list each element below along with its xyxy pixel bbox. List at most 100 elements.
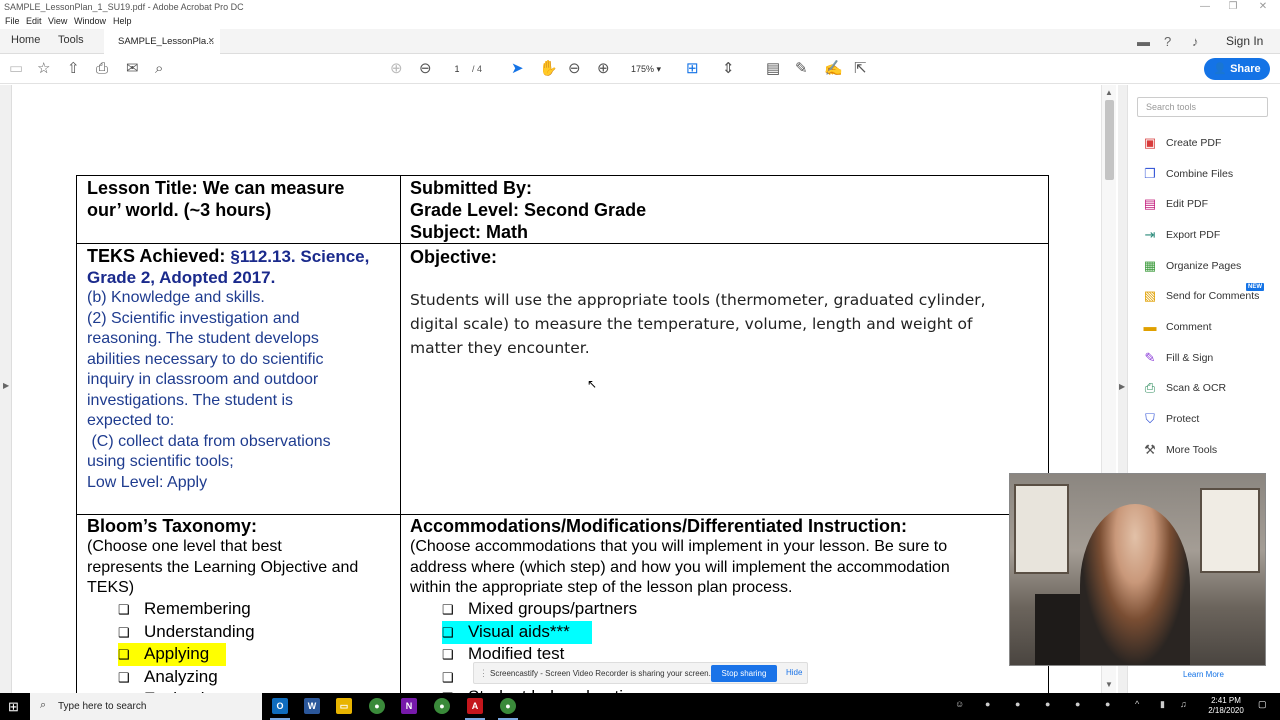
- search-icon[interactable]: ⌕: [155, 61, 163, 77]
- accommodations-desc-line: address where (which step) and how you w…: [410, 558, 950, 576]
- next-page-icon[interactable]: ⊖: [419, 61, 432, 77]
- tool-create-pdf[interactable]: ▣ Create PDF: [1142, 135, 1272, 155]
- tool-combine-files[interactable]: ❐ Combine Files: [1142, 166, 1272, 186]
- zoom-level-select[interactable]: 175% ▾: [631, 61, 661, 77]
- save-icon[interactable]: ▭: [9, 61, 23, 77]
- chat-icon[interactable]: ▬: [1137, 34, 1150, 49]
- teks-line: inquiry in classroom and outdoor: [87, 371, 319, 388]
- accommodation-option-selected: ❑ Visual aids***: [442, 621, 592, 644]
- windows-start-icon[interactable]: ⊞: [8, 699, 19, 715]
- show-hidden-icon[interactable]: ^: [1135, 699, 1139, 709]
- tool-label: Organize Pages: [1166, 260, 1242, 272]
- tool-export-pdf[interactable]: ⇥ Export PDF: [1142, 227, 1272, 247]
- search-tools-input[interactable]: Search tools: [1137, 97, 1268, 117]
- tool-scan-ocr[interactable]: ⎙ Scan & OCR: [1142, 380, 1272, 400]
- comment-icon[interactable]: ▤: [766, 61, 780, 77]
- menu-file[interactable]: File: [5, 16, 20, 26]
- create-pdf-icon: ▣: [1143, 135, 1157, 150]
- edit-pdf-icon: ▤: [1143, 196, 1157, 211]
- restore-button[interactable]: ❐: [1218, 0, 1248, 14]
- file-explorer-icon[interactable]: ▭: [336, 698, 352, 714]
- tab-home[interactable]: Home: [11, 34, 40, 46]
- chrome-icon[interactable]: ●: [500, 698, 516, 714]
- taskbar-search[interactable]: ⌕ Type here to search: [30, 693, 262, 720]
- close-window-button[interactable]: ✕: [1248, 0, 1278, 14]
- blooms-option: ❑ Understanding: [118, 621, 255, 644]
- lesson-title-line: Lesson Title: We can measure: [87, 178, 345, 198]
- tray-app-icon[interactable]: ●: [985, 699, 990, 709]
- checkbox-icon: ❑: [442, 625, 454, 640]
- clock-time: 2:41 PM: [1211, 696, 1241, 705]
- taskbar-clock[interactable]: 2:41 PM 2/18/2020: [1204, 696, 1248, 716]
- tool-more-tools[interactable]: ⚒ More Tools: [1142, 442, 1272, 462]
- network-icon[interactable]: ▮: [1160, 699, 1165, 710]
- chrome-icon[interactable]: ●: [369, 698, 385, 714]
- chrome-icon[interactable]: ●: [434, 698, 450, 714]
- share-button[interactable]: 👤 Share: [1204, 58, 1270, 80]
- left-panel-toggle[interactable]: ▶: [0, 85, 12, 693]
- accommodations-label: Accommodations/Modifications/Differentia…: [410, 516, 908, 536]
- fit-page-icon[interactable]: ⊞: [686, 61, 699, 77]
- people-icon[interactable]: ☺: [955, 699, 964, 709]
- drag-handle-icon[interactable]: ⋮: [479, 668, 488, 679]
- teks-line: using scientific tools;: [87, 453, 234, 470]
- word-icon[interactable]: W: [304, 698, 320, 714]
- menu-edit[interactable]: Edit: [26, 16, 42, 26]
- tray-app-icon[interactable]: ●: [1105, 699, 1110, 709]
- tray-app-icon[interactable]: ●: [1045, 699, 1050, 709]
- lesson-title-line: our’ world. (~3 hours): [87, 200, 272, 220]
- tool-protect[interactable]: ⛉ Protect: [1142, 411, 1272, 431]
- close-tab-icon[interactable]: ×: [208, 35, 214, 47]
- sign-icon[interactable]: ✍: [824, 61, 843, 77]
- background-window: [1014, 484, 1069, 574]
- hide-button[interactable]: Hide: [786, 668, 802, 677]
- tab-document[interactable]: SAMPLE_LessonPla... ×: [104, 29, 220, 54]
- tool-comment[interactable]: ▬ Comment: [1142, 319, 1272, 339]
- bookmark-star-icon[interactable]: ☆: [37, 61, 50, 77]
- learn-more-link[interactable]: Learn More: [1183, 670, 1224, 679]
- scroll-mode-icon[interactable]: ⇕: [722, 61, 735, 77]
- page-number-input[interactable]: 1: [446, 61, 468, 77]
- tool-send-for-comments[interactable]: ▧ Send for Comments: [1142, 288, 1272, 308]
- menu-help[interactable]: Help: [113, 16, 132, 26]
- tool-fill-sign[interactable]: ✎ Fill & Sign: [1142, 350, 1272, 370]
- scroll-down-icon[interactable]: ▼: [1105, 680, 1113, 689]
- zoom-in-icon[interactable]: ⊕: [597, 61, 610, 77]
- submission-cell: Submitted By: Grade Level: Second Grade …: [410, 177, 1040, 243]
- print-icon[interactable]: ⎙: [96, 61, 108, 77]
- tray-app-icon[interactable]: ●: [1075, 699, 1080, 709]
- onenote-icon[interactable]: N: [401, 698, 417, 714]
- select-cursor-icon[interactable]: ➤: [511, 61, 524, 77]
- stop-sharing-button[interactable]: Stop sharing: [711, 665, 777, 682]
- volume-icon[interactable]: ♫: [1180, 699, 1187, 709]
- send-for-comments-icon: ▧: [1143, 288, 1157, 303]
- objective-line: Students will use the appropriate tools …: [410, 291, 986, 309]
- outlook-icon[interactable]: O: [272, 698, 288, 714]
- bell-icon[interactable]: ♪: [1192, 34, 1199, 49]
- scroll-thumb[interactable]: [1105, 100, 1114, 180]
- hand-tool-icon[interactable]: ✋: [539, 61, 558, 77]
- tray-app-icon[interactable]: ●: [1015, 699, 1020, 709]
- objective-label: Objective:: [410, 247, 498, 267]
- email-icon[interactable]: ✉: [126, 61, 139, 77]
- tab-tools[interactable]: Tools: [58, 34, 84, 46]
- tool-label: More Tools: [1166, 444, 1218, 456]
- tool-edit-pdf[interactable]: ▤ Edit PDF: [1142, 196, 1272, 216]
- share-link-icon[interactable]: ⇱: [854, 61, 867, 77]
- highlight-pen-icon[interactable]: ✎: [795, 61, 808, 77]
- previous-page-icon[interactable]: ⊕: [390, 61, 403, 77]
- accommodation-option-label: Visual aids***: [468, 622, 570, 641]
- tool-organize-pages[interactable]: ▦ Organize Pages: [1142, 258, 1272, 278]
- upload-icon[interactable]: ⇧: [67, 61, 80, 77]
- zoom-out-icon[interactable]: ⊖: [568, 61, 581, 77]
- menu-view[interactable]: View: [48, 16, 67, 26]
- notifications-icon[interactable]: ▢: [1258, 699, 1267, 710]
- menu-window[interactable]: Window: [74, 16, 106, 26]
- scroll-up-icon[interactable]: ▲: [1105, 88, 1113, 97]
- minimize-button[interactable]: —: [1190, 0, 1220, 14]
- sign-in-link[interactable]: Sign In: [1226, 34, 1263, 48]
- help-icon[interactable]: ?: [1164, 34, 1171, 49]
- shield-icon: ⛉: [1145, 411, 1155, 426]
- tab-bar: Home Tools SAMPLE_LessonPla... × ▬ ? ♪ S…: [0, 29, 1280, 54]
- acrobat-icon[interactable]: A: [467, 698, 483, 714]
